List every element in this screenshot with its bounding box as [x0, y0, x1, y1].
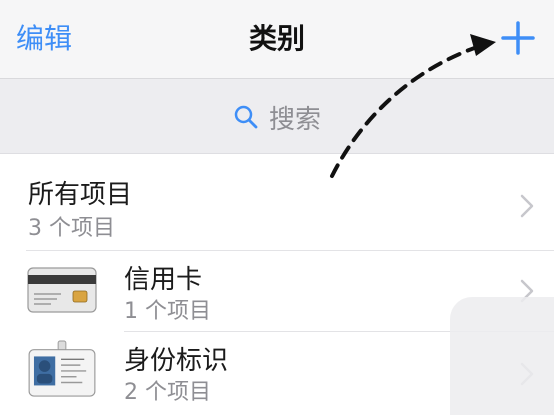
row-subtitle: 2 个项目	[124, 380, 211, 405]
credit-card-icon	[27, 267, 97, 313]
row-title: 所有项目	[28, 180, 133, 210]
search-icon	[234, 105, 258, 129]
row-subtitle: 3 个项目	[28, 216, 115, 241]
navigation-bar: 编辑 类别	[0, 0, 554, 79]
add-button[interactable]	[496, 16, 540, 60]
search-placeholder: 搜索	[268, 104, 321, 135]
row-title: 信用卡	[124, 265, 203, 295]
chevron-right-icon	[520, 194, 534, 218]
assistive-touch-overlay[interactable]	[450, 297, 554, 415]
row-subtitle: 1 个项目	[124, 299, 211, 324]
list-item-all-items[interactable]: 所有项目 3 个项目	[0, 154, 554, 250]
search-bar[interactable]: 搜索	[0, 79, 554, 154]
search-field[interactable]: 搜索	[0, 97, 554, 137]
id-badge-icon	[28, 340, 96, 397]
row-title: 身份标识	[124, 346, 229, 376]
page-title: 类别	[248, 22, 305, 55]
